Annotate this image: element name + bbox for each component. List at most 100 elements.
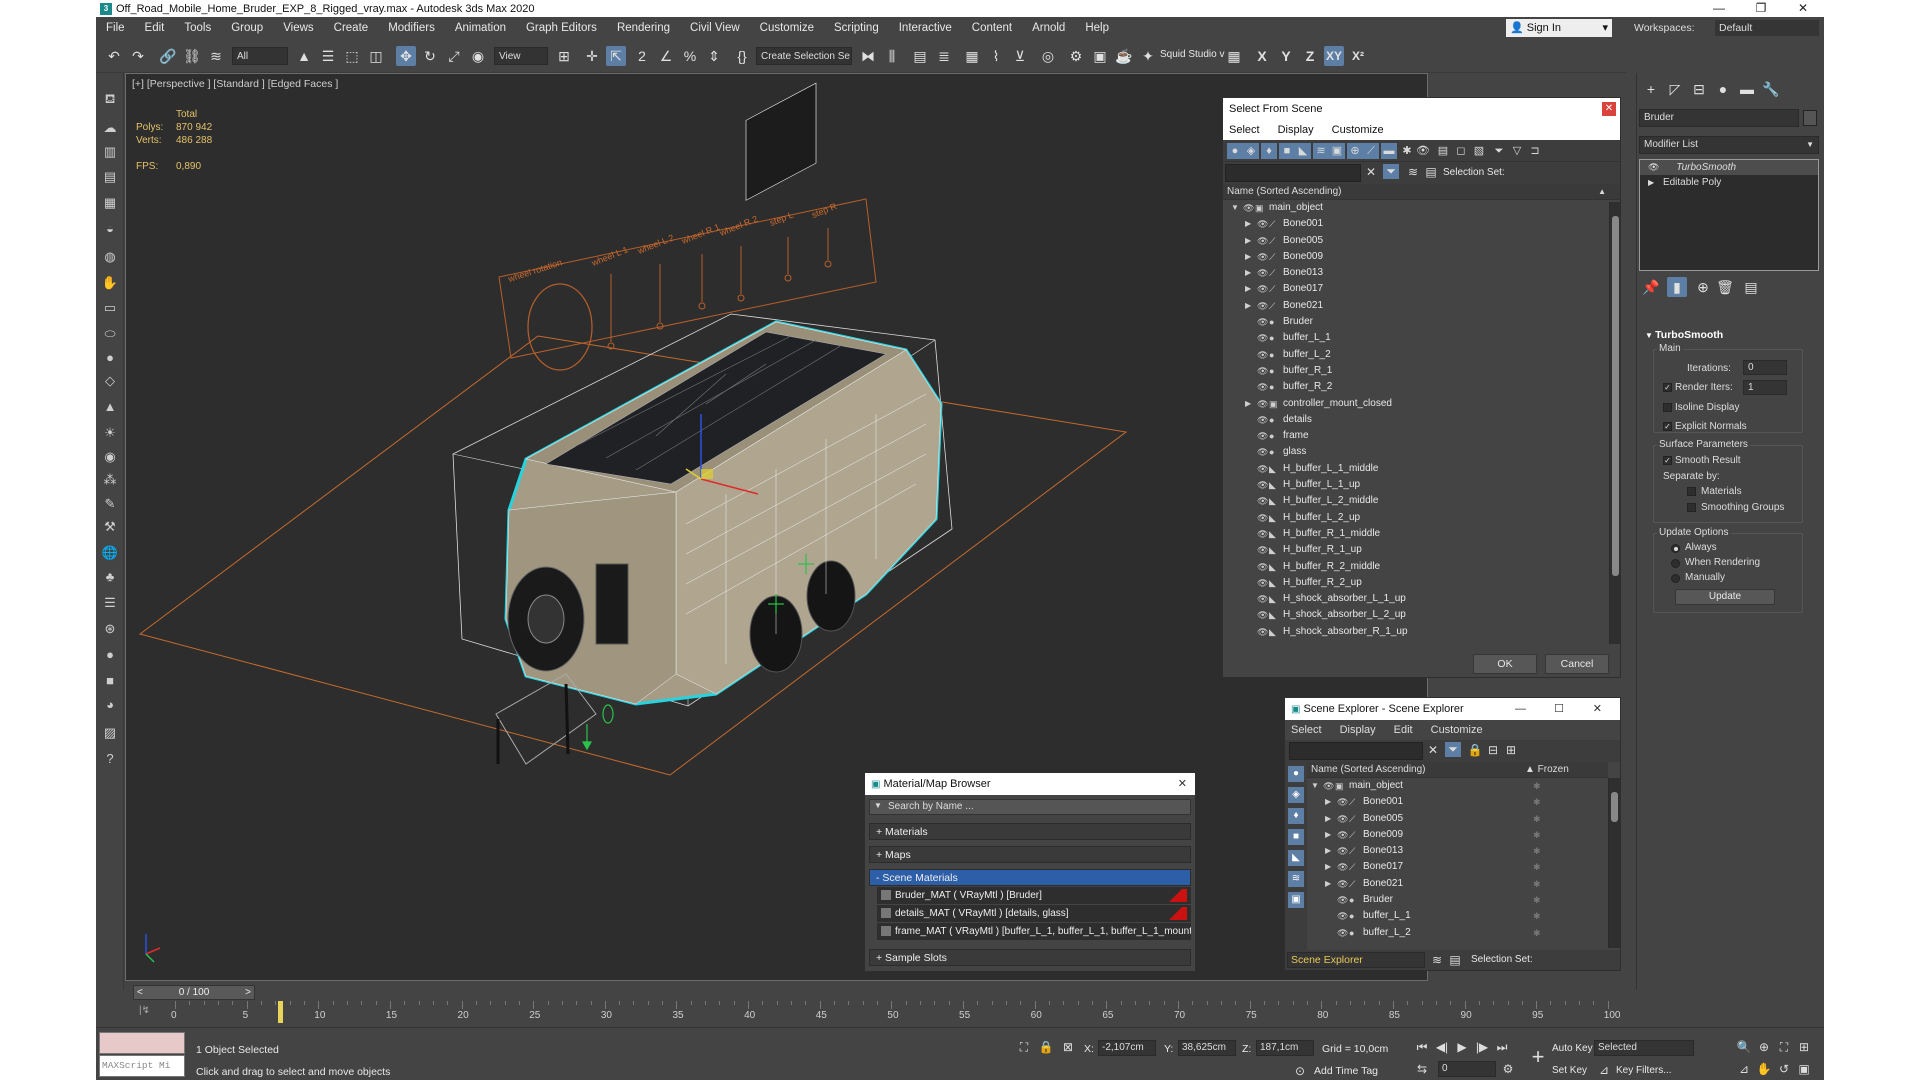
helper-filter-icon[interactable]: ◣ bbox=[1288, 850, 1304, 866]
sign-in-dropdown[interactable]: 👤 Sign In ▾ bbox=[1506, 19, 1612, 37]
frozen-toggle-icon[interactable]: ✱ bbox=[1533, 794, 1541, 810]
next-frame-icon[interactable]: |▶ bbox=[1474, 1040, 1490, 1054]
material-row[interactable]: details_MAT ( VRayMtl ) [details, glass] bbox=[877, 905, 1191, 922]
axis-xy-button[interactable]: XY bbox=[1324, 46, 1344, 66]
geometry-filter-icon[interactable]: ● bbox=[1227, 143, 1243, 159]
menu-tools[interactable]: Tools bbox=[174, 17, 221, 39]
close-icon[interactable]: ✕ bbox=[1602, 102, 1616, 116]
axis-z-button[interactable]: Z bbox=[1300, 46, 1320, 66]
filter-icon[interactable]: ⏷ bbox=[1383, 164, 1399, 179]
set-key-button[interactable]: Set Key bbox=[1552, 1065, 1587, 1076]
render-iters-checkbox[interactable]: ✓ bbox=[1663, 383, 1672, 392]
menu-animation[interactable]: Animation bbox=[445, 17, 516, 39]
play-icon[interactable]: ▶ bbox=[1454, 1040, 1470, 1054]
explicit-normals-checkbox[interactable]: ✓ bbox=[1663, 422, 1672, 431]
globe-icon[interactable]: 🌐 bbox=[100, 543, 120, 563]
z-coord-field[interactable]: 187,1cm bbox=[1256, 1040, 1314, 1056]
tree-row[interactable]: 👁 ◣ H_buffer_R_1_middle bbox=[1223, 526, 1620, 542]
time-prev-button[interactable]: < bbox=[137, 986, 143, 999]
menu-rendering[interactable]: Rendering bbox=[607, 17, 680, 39]
motion-tab-icon[interactable]: ● bbox=[1713, 79, 1733, 99]
visibility-eye-icon[interactable]: 👁 bbox=[1337, 811, 1348, 827]
group-filter-icon[interactable]: ▣ bbox=[1288, 892, 1304, 908]
visibility-eye-icon[interactable]: 👁 bbox=[1257, 412, 1268, 428]
helper-filter-icon[interactable]: ◣ bbox=[1295, 143, 1311, 159]
geometry-filter-icon[interactable]: ● bbox=[1288, 766, 1304, 782]
frozen-filter-icon[interactable]: ✱ bbox=[1399, 143, 1415, 159]
ss-menu-display[interactable]: Display bbox=[1278, 124, 1314, 136]
eye-icon[interactable]: 👁 bbox=[1648, 162, 1659, 172]
sun-icon[interactable]: ☀ bbox=[100, 423, 120, 443]
mirror-icon[interactable]: ⧓ bbox=[858, 46, 878, 66]
frozen-toggle-icon[interactable]: ✱ bbox=[1533, 827, 1541, 843]
always-radio[interactable] bbox=[1671, 544, 1680, 553]
auto-key-button[interactable]: Auto Key bbox=[1552, 1043, 1593, 1054]
zoom-icon[interactable]: 🔍 bbox=[1736, 1040, 1752, 1054]
key-filters-button[interactable]: Key Filters... bbox=[1616, 1065, 1672, 1076]
smoothing-groups-checkbox[interactable] bbox=[1687, 503, 1696, 512]
field-of-view-icon[interactable]: ⊿ bbox=[1736, 1062, 1752, 1076]
material-search-field[interactable]: ▼ Search by Name ... bbox=[869, 799, 1191, 815]
visibility-eye-icon[interactable]: 👁 bbox=[1257, 575, 1268, 591]
tree-row[interactable]: 👁 ● glass bbox=[1223, 444, 1620, 460]
section-sample-slots[interactable]: + Sample Slots bbox=[869, 949, 1191, 966]
visibility-eye-icon[interactable]: 👁 bbox=[1257, 379, 1268, 395]
absolute-mode-icon[interactable]: ⊠ bbox=[1060, 1040, 1076, 1054]
invert-filter-icon[interactable]: ▧ bbox=[1471, 143, 1487, 159]
visibility-eye-icon[interactable]: 👁 bbox=[1257, 591, 1268, 607]
object-color-swatch[interactable] bbox=[1803, 110, 1817, 126]
visibility-eye-icon[interactable]: 👁 bbox=[1257, 461, 1268, 477]
visibility-eye-icon[interactable]: 👁 bbox=[1257, 493, 1268, 509]
clear-search-icon[interactable]: ✕ bbox=[1425, 743, 1441, 757]
map-icon[interactable]: ▥ bbox=[100, 142, 120, 162]
tree-row[interactable]: 👁 ◣ H_shock_absorber_L_2_up bbox=[1223, 607, 1620, 623]
viewport-label[interactable]: [+] [Perspective ] [Standard ] [Edged Fa… bbox=[132, 78, 338, 90]
se-menu-edit[interactable]: Edit bbox=[1394, 724, 1413, 736]
maxscript-mini-listener[interactable]: MAXScript Mi bbox=[99, 1055, 185, 1077]
add-time-tag[interactable]: Add Time Tag bbox=[1314, 1065, 1378, 1077]
smooth-result-checkbox[interactable]: ✓ bbox=[1663, 456, 1672, 465]
minimize-button[interactable]: — bbox=[1698, 0, 1740, 17]
axis-x-button[interactable]: X bbox=[1252, 46, 1272, 66]
stack-item-editable-poly[interactable]: ▶ Editable Poly bbox=[1640, 175, 1818, 190]
expand-icon[interactable]: ▶ bbox=[1245, 265, 1253, 281]
visibility-eye-icon[interactable]: 👁 bbox=[1257, 624, 1268, 640]
go-to-start-icon[interactable]: ⏮ bbox=[1414, 1040, 1430, 1055]
key-filter-icon[interactable]: ⊿ bbox=[1596, 1063, 1612, 1077]
spinner-snap-icon[interactable]: ⇕ bbox=[704, 46, 724, 66]
ss-menu-select[interactable]: Select bbox=[1229, 124, 1260, 136]
expand-icon[interactable]: ▶ bbox=[1325, 859, 1333, 875]
isoline-checkbox[interactable] bbox=[1663, 403, 1672, 412]
rendered-frame-icon[interactable]: ▣ bbox=[1090, 46, 1110, 66]
tree-row[interactable]: ▶ 👁 ⟋ Bone001 ✱ bbox=[1307, 794, 1608, 810]
frozen-toggle-icon[interactable]: ✱ bbox=[1533, 859, 1541, 875]
hair-icon[interactable]: ☰ bbox=[100, 593, 120, 613]
link-icon[interactable]: 🔗 bbox=[158, 46, 178, 66]
rotate-icon[interactable]: ↻ bbox=[420, 46, 440, 66]
workspaces-value[interactable]: Default bbox=[1715, 20, 1819, 36]
bind-spacewarp-icon[interactable]: ≋ bbox=[206, 46, 226, 66]
frozen-toggle-icon[interactable]: ✱ bbox=[1533, 778, 1541, 794]
collapse-icon[interactable]: ▼ bbox=[1311, 778, 1319, 794]
frozen-toggle-icon[interactable]: ✱ bbox=[1533, 811, 1541, 827]
pin-stack-icon[interactable]: 📌 bbox=[1641, 277, 1661, 297]
sphere-icon[interactable]: ● bbox=[100, 348, 120, 368]
visibility-eye-icon[interactable]: 👁 bbox=[1257, 396, 1268, 412]
visibility-eye-icon[interactable]: 👁 bbox=[1257, 526, 1268, 542]
x-coord-field[interactable]: -2,107cm bbox=[1098, 1040, 1156, 1056]
time-cursor[interactable] bbox=[278, 1001, 283, 1023]
expand-icon[interactable]: ▶ bbox=[1325, 876, 1333, 892]
align-icon[interactable]: ⫼ bbox=[882, 46, 902, 66]
scene-explorer-selector[interactable]: Scene Explorer bbox=[1287, 952, 1425, 968]
light-filter-icon[interactable]: ♦ bbox=[1261, 143, 1277, 159]
tree-row[interactable]: 👁 ◣ H_buffer_R_2_middle bbox=[1223, 559, 1620, 575]
scene-explorer-find-field[interactable] bbox=[1289, 742, 1423, 760]
menu-civil-view[interactable]: Civil View bbox=[680, 17, 750, 39]
select-manipulate-icon[interactable]: ✛ bbox=[582, 46, 602, 66]
visibility-eye-icon[interactable]: 👁 bbox=[1257, 510, 1268, 526]
container-filter-icon[interactable]: ▬ bbox=[1381, 143, 1397, 159]
tree-row[interactable]: 👁 ◣ H_shock_absorber_L_1_up bbox=[1223, 591, 1620, 607]
filter-icon[interactable]: ⏷ bbox=[1445, 742, 1461, 757]
time-config-icon[interactable]: ⚙ bbox=[1500, 1062, 1516, 1076]
prev-frame-icon[interactable]: ◀| bbox=[1434, 1040, 1450, 1054]
